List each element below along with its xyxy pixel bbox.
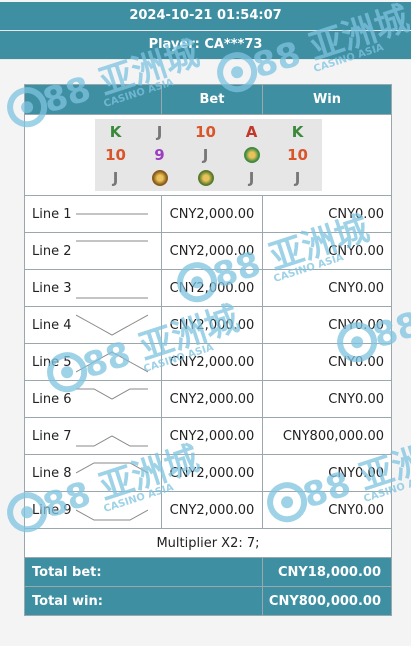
- line-column-header: [24, 84, 162, 115]
- reel-symbol: J: [248, 168, 255, 187]
- line-name-cell: Line 4: [24, 306, 162, 344]
- payline-pattern-icon: [75, 349, 149, 375]
- reel-symbol: A: [245, 122, 258, 141]
- line-name-cell: Line 9: [24, 491, 162, 529]
- line-row: Line 6 CNY2,000.00 CNY0.00: [24, 380, 392, 418]
- reel-symbol: K: [291, 122, 304, 141]
- line-row: Line 8 CNY2,000.00 CNY0.00: [24, 454, 392, 492]
- line-win: CNY0.00: [262, 195, 392, 233]
- reel-symbol: J: [202, 145, 209, 164]
- total-bet-label: Total bet:: [24, 557, 263, 587]
- line-win: CNY800,000.00: [262, 417, 392, 455]
- line-win: CNY0.00: [262, 454, 392, 492]
- payline-pattern-icon: [76, 201, 148, 227]
- table-header-row: Bet Win: [24, 84, 392, 115]
- multiplier-row: Multiplier X2: 7;: [24, 528, 392, 558]
- line-name: Line 8: [32, 465, 72, 481]
- total-bet-value: CNY18,000.00: [262, 557, 392, 587]
- line-name-cell: Line 6: [24, 380, 162, 418]
- line-name: Line 7: [32, 428, 72, 444]
- payline-pattern-icon: [75, 497, 149, 523]
- line-win: CNY0.00: [262, 232, 392, 270]
- payline-path: [75, 314, 149, 336]
- total-win-label: Total win:: [24, 586, 263, 616]
- line-name: Line 9: [32, 502, 72, 518]
- player-header: Player: CA***73: [0, 31, 411, 60]
- coin-symbol-icon: [197, 169, 214, 186]
- line-row: Line 1 CNY2,000.00 CNY0.00: [24, 195, 392, 233]
- line-name-cell: Line 8: [24, 454, 162, 492]
- reel-symbol: J: [112, 168, 119, 187]
- reel-symbol: 10: [105, 145, 126, 164]
- payline-path: [76, 388, 148, 400]
- line-name-cell: Line 5: [24, 343, 162, 381]
- coin-symbol-icon: [243, 146, 260, 163]
- line-bet: CNY2,000.00: [161, 343, 263, 381]
- reel-symbol: [189, 167, 223, 189]
- line-name: Line 4: [32, 317, 72, 333]
- line-win: CNY0.00: [262, 306, 392, 344]
- line-name-cell: Line 2: [24, 232, 162, 270]
- payline-pattern-icon: [76, 423, 148, 449]
- reel-symbol: J: [156, 122, 163, 141]
- line-name-cell: Line 7: [24, 417, 162, 455]
- line-row: Line 5 CNY2,000.00 CNY0.00: [24, 343, 392, 381]
- payline-pattern-icon: [76, 386, 148, 412]
- line-win: CNY0.00: [262, 269, 392, 307]
- payline-path: [75, 351, 149, 373]
- coin-symbol-icon: [151, 169, 168, 186]
- line-win: CNY0.00: [262, 380, 392, 418]
- payline-path: [75, 509, 149, 521]
- reel-symbol: 10: [287, 145, 308, 164]
- reel-symbol: K: [109, 122, 122, 141]
- line-bet: CNY2,000.00: [161, 491, 263, 529]
- payline-pattern-icon: [76, 275, 148, 301]
- reel-result-image: K 10 J J 9 10 J A J K 10 J: [94, 118, 322, 191]
- reel-symbol: 10: [195, 122, 216, 141]
- payline-pattern-icon: [75, 312, 149, 338]
- total-bet-row: Total bet: CNY18,000.00: [24, 557, 392, 587]
- line-name-cell: Line 3: [24, 269, 162, 307]
- line-bet: CNY2,000.00: [161, 454, 263, 492]
- line-bet: CNY2,000.00: [161, 195, 263, 233]
- total-win-row: Total win: CNY800,000.00: [24, 586, 392, 616]
- line-row: Line 3 CNY2,000.00 CNY0.00: [24, 269, 392, 307]
- line-name: Line 6: [32, 391, 72, 407]
- payline-pattern-icon: [76, 238, 148, 264]
- reels-cell: K 10 J J 9 10 J A J K 10 J: [24, 114, 392, 196]
- line-name: Line 3: [32, 280, 72, 296]
- line-bet: CNY2,000.00: [161, 306, 263, 344]
- line-row: Line 7 CNY2,000.00 CNY800,000.00: [24, 417, 392, 455]
- line-bet: CNY2,000.00: [161, 417, 263, 455]
- line-win: CNY0.00: [262, 491, 392, 529]
- line-name: Line 5: [32, 354, 72, 370]
- line-win: CNY0.00: [262, 343, 392, 381]
- line-name: Line 2: [32, 243, 72, 259]
- line-bet: CNY2,000.00: [161, 380, 263, 418]
- payline-path: [75, 462, 149, 474]
- reels-row: K 10 J J 9 10 J A J K 10 J: [24, 114, 392, 196]
- line-row: Line 9 CNY2,000.00 CNY0.00: [24, 491, 392, 529]
- reel-symbol: [143, 167, 177, 189]
- reel-symbol: J: [294, 168, 301, 187]
- reel-symbol: 9: [154, 145, 165, 164]
- total-win-value: CNY800,000.00: [262, 586, 392, 616]
- payline-path: [76, 435, 148, 447]
- line-name-cell: Line 1: [24, 195, 162, 233]
- multiplier-text: Multiplier X2: 7;: [24, 528, 392, 558]
- line-bet: CNY2,000.00: [161, 232, 263, 270]
- payline-pattern-icon: [75, 460, 149, 486]
- bet-column-header: Bet: [161, 84, 263, 115]
- line-row: Line 4 CNY2,000.00 CNY0.00: [24, 306, 392, 344]
- win-column-header: Win: [262, 84, 392, 115]
- spin-details-table: Bet Win K 10 J J 9 10 J A J K 10 J Line 1 CNY2,000.0…: [24, 84, 392, 616]
- datetime-header: 2024-10-21 01:54:07: [0, 2, 411, 31]
- line-row: Line 2 CNY2,000.00 CNY0.00: [24, 232, 392, 270]
- reel-symbol: [235, 144, 269, 166]
- line-name: Line 1: [32, 206, 72, 222]
- line-bet: CNY2,000.00: [161, 269, 263, 307]
